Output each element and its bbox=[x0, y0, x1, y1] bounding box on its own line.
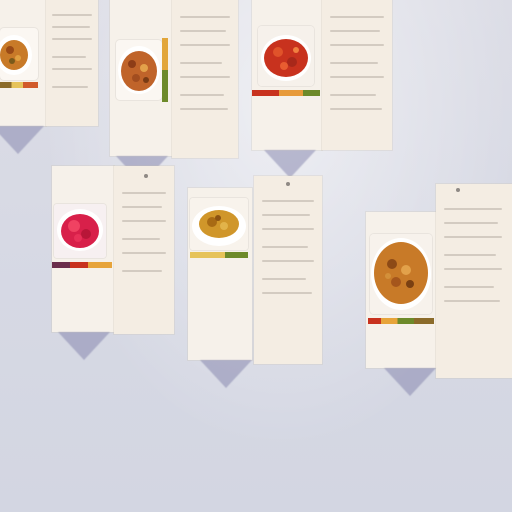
recipe-text-mid-1 bbox=[114, 166, 174, 334]
dish-image-2 bbox=[118, 46, 160, 94]
text-line bbox=[180, 16, 230, 18]
recipe-text-top-1 bbox=[46, 0, 98, 126]
text-line bbox=[330, 30, 380, 32]
dish-photo-4 bbox=[54, 204, 106, 258]
pin-icon bbox=[144, 174, 148, 178]
dish-image-3 bbox=[258, 26, 314, 86]
dish-image-1 bbox=[0, 35, 32, 75]
text-line bbox=[52, 14, 92, 16]
recipe-card-top-3 bbox=[252, 0, 322, 150]
card-shadow bbox=[384, 368, 436, 396]
card-shadow bbox=[58, 332, 110, 360]
recipe-card-mid-1 bbox=[52, 166, 114, 332]
card-shadow bbox=[200, 360, 252, 388]
recipe-card-top-1 bbox=[0, 0, 46, 126]
recipe-card-mid-2 bbox=[188, 188, 252, 360]
text-line bbox=[330, 16, 384, 18]
color-strip-6 bbox=[368, 318, 434, 324]
text-line bbox=[444, 236, 502, 238]
text-line bbox=[262, 292, 312, 294]
text-line bbox=[180, 44, 230, 46]
text-line bbox=[262, 278, 306, 280]
dish-image-6 bbox=[370, 234, 432, 314]
text-line bbox=[122, 192, 166, 194]
text-line bbox=[444, 286, 494, 288]
color-strip-3 bbox=[252, 90, 320, 96]
text-line bbox=[122, 220, 166, 222]
text-line bbox=[180, 76, 230, 78]
text-line bbox=[330, 94, 376, 96]
color-strip-4 bbox=[52, 262, 112, 268]
card-shadow bbox=[0, 126, 44, 154]
text-line bbox=[122, 270, 162, 272]
text-line bbox=[52, 86, 88, 88]
wall-scene bbox=[0, 0, 512, 512]
text-line bbox=[330, 62, 378, 64]
text-line bbox=[180, 30, 226, 32]
text-line bbox=[122, 206, 162, 208]
dish-photo-5 bbox=[190, 198, 248, 250]
text-line bbox=[444, 254, 496, 256]
pin-icon bbox=[456, 188, 460, 192]
text-line bbox=[444, 300, 500, 302]
text-line bbox=[444, 222, 498, 224]
text-line bbox=[52, 26, 90, 28]
recipe-text-top-2 bbox=[172, 0, 238, 158]
text-line bbox=[262, 260, 314, 262]
recipe-text-top-3 bbox=[322, 0, 392, 150]
text-line bbox=[180, 62, 222, 64]
text-line bbox=[262, 246, 308, 248]
color-strip-2 bbox=[162, 38, 168, 102]
text-line bbox=[444, 208, 502, 210]
text-line bbox=[180, 108, 228, 110]
recipe-card-mid-3 bbox=[366, 212, 436, 368]
text-line bbox=[330, 44, 384, 46]
text-line bbox=[444, 268, 502, 270]
card-shadow bbox=[264, 150, 316, 178]
text-line bbox=[52, 56, 86, 58]
recipe-text-mid-3 bbox=[436, 184, 512, 378]
recipe-text-mid-2 bbox=[254, 176, 322, 364]
text-line bbox=[262, 228, 314, 230]
dish-image-4 bbox=[54, 204, 106, 258]
text-line bbox=[262, 214, 310, 216]
text-line bbox=[262, 200, 314, 202]
dish-photo-1 bbox=[0, 28, 38, 80]
dish-photo-2 bbox=[116, 40, 162, 100]
recipe-card-top-2 bbox=[110, 0, 172, 156]
dish-image-5 bbox=[190, 198, 248, 250]
text-line bbox=[122, 252, 166, 254]
text-line bbox=[330, 108, 382, 110]
color-strip-1 bbox=[0, 82, 38, 88]
pin-icon bbox=[286, 182, 290, 186]
dish-photo-6 bbox=[370, 234, 432, 314]
color-strip-5 bbox=[190, 252, 248, 258]
text-line bbox=[52, 68, 92, 70]
text-line bbox=[330, 76, 384, 78]
dish-photo-3 bbox=[258, 26, 314, 86]
text-line bbox=[122, 238, 160, 240]
text-line bbox=[52, 38, 92, 40]
text-line bbox=[180, 94, 224, 96]
